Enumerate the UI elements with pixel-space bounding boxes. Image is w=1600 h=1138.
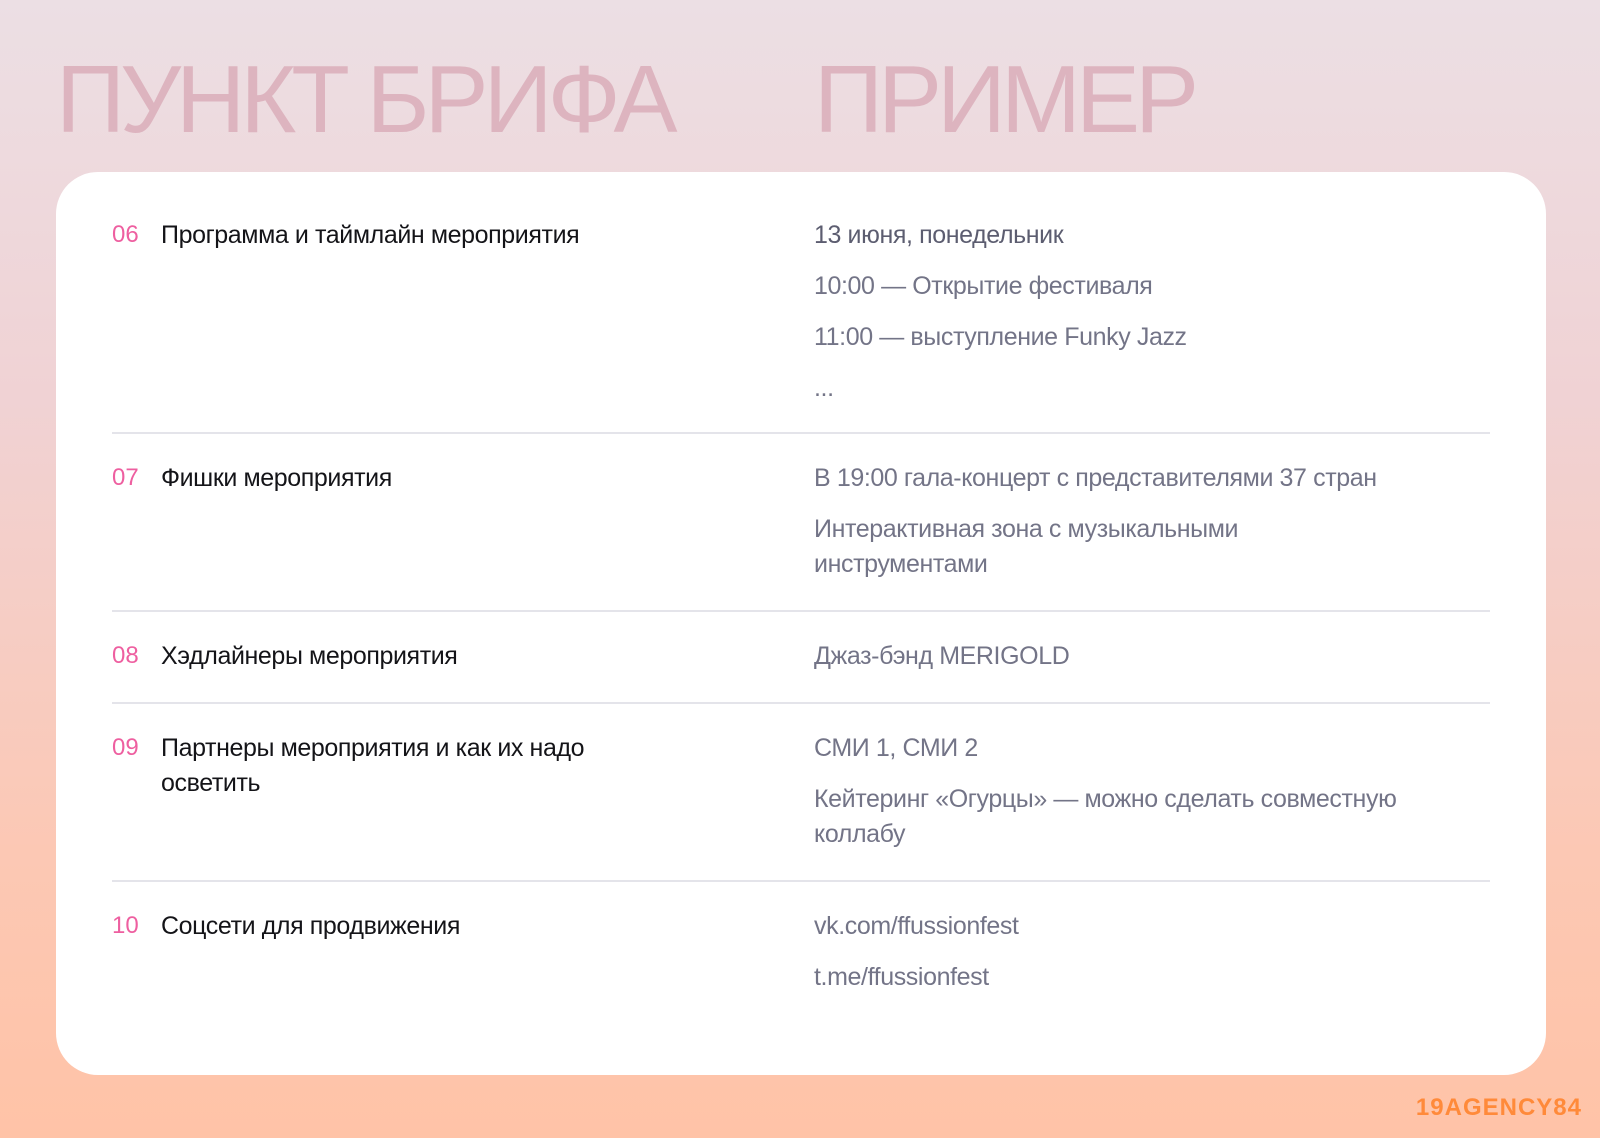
item-number: 07 (112, 464, 139, 491)
brief-row: 07 Фишки мероприятия В 19:00 гала-концер… (112, 434, 1490, 612)
item-number: 10 (112, 912, 139, 939)
example-text: 10:00 — Открытие фестиваля (814, 272, 1153, 300)
item-number: 09 (112, 734, 139, 761)
brief-item: 07 Фишки мероприятия (112, 461, 814, 610)
brief-row: 08 Хэдлайнеры мероприятия Джаз-бэнд MERI… (112, 612, 1490, 704)
item-label: Фишки мероприятия (161, 464, 392, 492)
brief-row: 10 Соцсети для продвижения vk.com/ffussi… (112, 882, 1490, 995)
example-link: vk.com/ffussionfest (814, 912, 1019, 940)
example-list: Джаз-бэнд MERIGOLD (814, 639, 1490, 702)
item-label: Программа и таймлайн мероприятия (161, 221, 580, 249)
example-link: t.me/ffussionfest (814, 963, 989, 991)
agency-logo: 19AGENCY84 (1415, 1094, 1582, 1121)
item-label: Хэдлайнеры мероприятия (161, 642, 458, 670)
brief-row: 06 Программа и таймлайн мероприятия 13 и… (112, 172, 1490, 434)
brief-card: 06 Программа и таймлайн мероприятия 13 и… (56, 172, 1546, 1075)
example-text: Интерактивная зона с музыкальными инстру… (814, 515, 1239, 578)
example-list: 13 июня, понедельник 10:00 — Открытие фе… (814, 218, 1490, 432)
brief-item: 09 Партнеры мероприятия и как их надо ос… (112, 731, 814, 880)
example-text: Джаз-бэнд MERIGOLD (814, 642, 1070, 670)
brief-row: 09 Партнеры мероприятия и как их надо ос… (112, 704, 1490, 882)
example-list: СМИ 1, СМИ 2 Кейтеринг «Огурцы» — можно … (814, 731, 1490, 880)
example-list: vk.com/ffussionfest t.me/ffussionfest (814, 909, 1490, 995)
item-number: 08 (112, 642, 139, 669)
example-text: Кейтеринг «Огурцы» — можно сделать совме… (814, 785, 1397, 848)
item-label: Партнеры мероприятия и как их надо освет… (161, 734, 585, 797)
example-heading: ПРИМЕР (814, 46, 1199, 153)
example-text: 11:00 — выступление Funky Jazz (814, 323, 1187, 351)
brief-item: 06 Программа и таймлайн мероприятия (112, 218, 814, 432)
example-text: СМИ 1, СМИ 2 (814, 734, 978, 762)
example-list: В 19:00 гала-концерт с представителями 3… (814, 461, 1490, 610)
brief-item: 10 Соцсети для продвижения (112, 909, 814, 995)
example-text: В 19:00 гала-концерт с представителями 3… (814, 464, 1377, 492)
example-text: ... (814, 374, 834, 402)
page-header: ПУНКТ БРИФА ПРИМЕР (56, 50, 1600, 150)
item-number: 06 (112, 221, 139, 248)
brief-item-heading: ПУНКТ БРИФА (56, 46, 677, 153)
brief-item: 08 Хэдлайнеры мероприятия (112, 639, 814, 702)
item-label: Соцсети для продвижения (161, 912, 460, 940)
example-text: 13 июня, понедельник (814, 221, 1064, 249)
